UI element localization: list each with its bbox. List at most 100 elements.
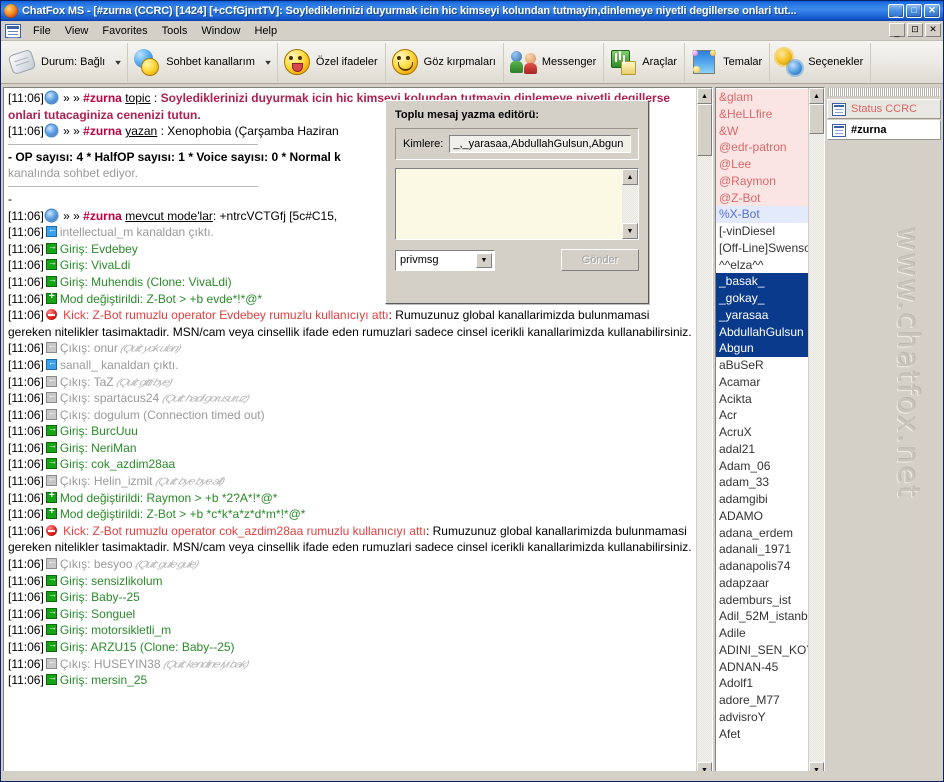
message-textarea[interactable] (396, 169, 622, 239)
menu-window[interactable]: Window (194, 23, 247, 39)
menu-file[interactable]: File (26, 23, 58, 39)
menu-tools[interactable]: Tools (155, 23, 195, 39)
nick-scroll-thumb[interactable] (809, 104, 824, 134)
main-toolbar: Durum: Bağlı ▾ Sohbet kanallarım ▾ Özel … (1, 41, 943, 84)
nick-list-item[interactable]: &HeLLfire (716, 105, 808, 123)
send-button[interactable]: Gönder (561, 249, 639, 271)
message-scroll-up-button[interactable]: ▲ (622, 169, 638, 185)
menu-bar: File View Favorites Tools Window Help _ … (1, 21, 943, 41)
nick-list-item[interactable]: [Off-Line]Swensor (716, 239, 808, 257)
chat-link[interactable]: mevcut mode'lar (125, 209, 213, 223)
nick-list-item[interactable]: %X-Bot (716, 206, 808, 223)
nick-scroll-track[interactable] (809, 104, 824, 762)
recipients-input[interactable]: _,_yarasaa,AbdullahGulsun,Abgun (449, 135, 631, 153)
toolbar-button-emoticons[interactable]: Özel ifadeler (278, 42, 386, 82)
nick-list-item[interactable]: ADNAN-45 (716, 658, 808, 676)
smiley-tongue-icon (283, 48, 311, 76)
nick-list-item[interactable]: ademburs_ist (716, 591, 808, 609)
chevron-down-icon[interactable]: ▼ (476, 252, 492, 268)
nick-list-item[interactable]: @Raymon (716, 172, 808, 190)
menu-favorites[interactable]: Favorites (95, 23, 154, 39)
nick-list-item[interactable]: ADINI_SEN_KOY (716, 641, 808, 659)
toolbar-button-channels[interactable]: Sohbet kanallarım ▾ (128, 42, 278, 82)
toolbar-button-status[interactable]: Durum: Bağlı ▾ (3, 42, 129, 82)
chat-timestamp: [11:06] (8, 440, 44, 455)
toolbar-button-tools[interactable]: Araçlar (604, 42, 686, 82)
nick-list-item[interactable]: _gokay_ (716, 290, 808, 307)
drag-rail[interactable] (827, 87, 941, 97)
nick-list-item[interactable]: adam_33 (716, 474, 808, 491)
nick-list-item[interactable]: @Z-Bot (716, 189, 808, 207)
message-scroll-down-button[interactable]: ▼ (622, 223, 638, 239)
nick-list-item[interactable]: adapzaar (716, 574, 808, 592)
nick-list-item[interactable]: _yarasaa (716, 306, 808, 324)
chat-scroll-thumb[interactable] (697, 104, 712, 156)
nick-list-item[interactable]: Afet (716, 725, 808, 743)
nick-list-item[interactable]: ADAMO (716, 507, 808, 525)
nick-list-item[interactable]: adore_M77 (716, 692, 808, 709)
close-button[interactable]: ✕ (924, 4, 940, 18)
nick-list-item[interactable]: ^^elza^^ (716, 256, 808, 274)
nick-list-item[interactable]: &W (716, 122, 808, 140)
window-tab-label: Status CCRC (851, 103, 918, 115)
mdi-minimize-button[interactable]: _ (889, 23, 905, 37)
chat-line: [11:06] sanall_ kanaldan çıktı. (8, 357, 693, 374)
nick-list-item[interactable]: adal21 (716, 440, 808, 458)
nick-list-item[interactable]: Adam_06 (716, 457, 808, 475)
toolbar-button-messenger[interactable]: Messenger (504, 42, 605, 82)
toolbar-button-themes[interactable]: Temalar (685, 42, 771, 82)
nick-list-item[interactable]: @Lee (716, 156, 808, 173)
chat-scrollbar[interactable]: ▲ ▼ (696, 88, 712, 778)
nick-list[interactable]: &glam &HeLLfire &W @edr-patron @Lee @Raymon @Z… (716, 88, 808, 778)
chat-link[interactable]: topic (125, 91, 150, 105)
dialog-actions: privmsg ▼ Gönder (395, 249, 639, 271)
toolbar-button-options[interactable]: Seçenekler (770, 42, 872, 82)
nick-list-item[interactable]: adana_erdem (716, 524, 808, 542)
chevron-down-icon[interactable]: ▾ (115, 58, 121, 67)
chat-text: Çıkış: HUSEYIN38 (59, 656, 164, 671)
chevron-down-icon[interactable]: ▾ (265, 58, 271, 67)
nick-list-item[interactable]: advisroY (716, 708, 808, 726)
nick-list-item[interactable]: Acikta (716, 390, 808, 408)
toolbar-button-winks[interactable]: Göz kırpmaları (386, 42, 504, 82)
maximize-button[interactable]: □ (906, 4, 922, 18)
chat-scroll-track[interactable] (697, 104, 712, 762)
part-icon (45, 374, 57, 387)
nick-list-item[interactable]: Acamar (716, 373, 808, 391)
dialog-title: Toplu mesaj yazma editörü: (395, 109, 540, 121)
chat-timestamp: [11:06] (8, 291, 44, 306)
nick-list-item[interactable]: Acr (716, 407, 808, 424)
nick-list-item[interactable]: Abgun (716, 340, 808, 357)
nick-list-item[interactable]: &glam (716, 89, 808, 106)
nick-scroll-up-button[interactable]: ▲ (809, 88, 824, 104)
mdi-controls: _ ⊡ ✕ (889, 23, 941, 37)
nick-list-item[interactable]: Adil_52M_istanbul (716, 608, 808, 625)
nick-list-item[interactable]: Adolf1 (716, 675, 808, 692)
right-column: Status CCRC #zurna www.chatfox.net (827, 87, 941, 779)
nick-list-item[interactable]: adanali_1971 (716, 541, 808, 558)
nick-list-item[interactable]: adanapolis74 (716, 558, 808, 575)
nick-list-item[interactable]: _basak_ (716, 273, 808, 290)
mdi-close-button[interactable]: ✕ (925, 23, 941, 37)
chat-text: Çıkış: TaZ (59, 374, 117, 389)
window-tab-status[interactable]: Status CCRC (827, 99, 941, 119)
nick-list-item[interactable]: @edr-patron (716, 139, 808, 156)
minimize-button[interactable]: _ (888, 4, 904, 18)
message-scroll-track[interactable] (622, 185, 638, 223)
mdi-restore-button[interactable]: ⊡ (907, 23, 923, 37)
nick-list-item[interactable]: Adile (716, 625, 808, 642)
menu-help[interactable]: Help (247, 23, 284, 39)
nick-list-item[interactable]: AbdullahGulsun (716, 323, 808, 341)
window-tab-chan[interactable]: #zurna (827, 120, 941, 140)
nick-scrollbar[interactable]: ▲ ▼ (808, 88, 824, 778)
nick-list-item[interactable]: adamgibi (716, 491, 808, 508)
nick-list-item[interactable]: [-vinDiesel (716, 223, 808, 240)
menu-view[interactable]: View (58, 23, 96, 39)
nick-list-item[interactable]: aBuSeR (716, 357, 808, 374)
chat-link[interactable]: yazan (125, 124, 157, 138)
nick-list-item[interactable]: AcruX (716, 424, 808, 441)
chat-scroll-up-button[interactable]: ▲ (697, 88, 712, 104)
chat-text: » » (59, 91, 84, 105)
message-type-select[interactable]: privmsg ▼ (395, 249, 495, 271)
message-scrollbar[interactable]: ▲ ▼ (622, 169, 638, 239)
